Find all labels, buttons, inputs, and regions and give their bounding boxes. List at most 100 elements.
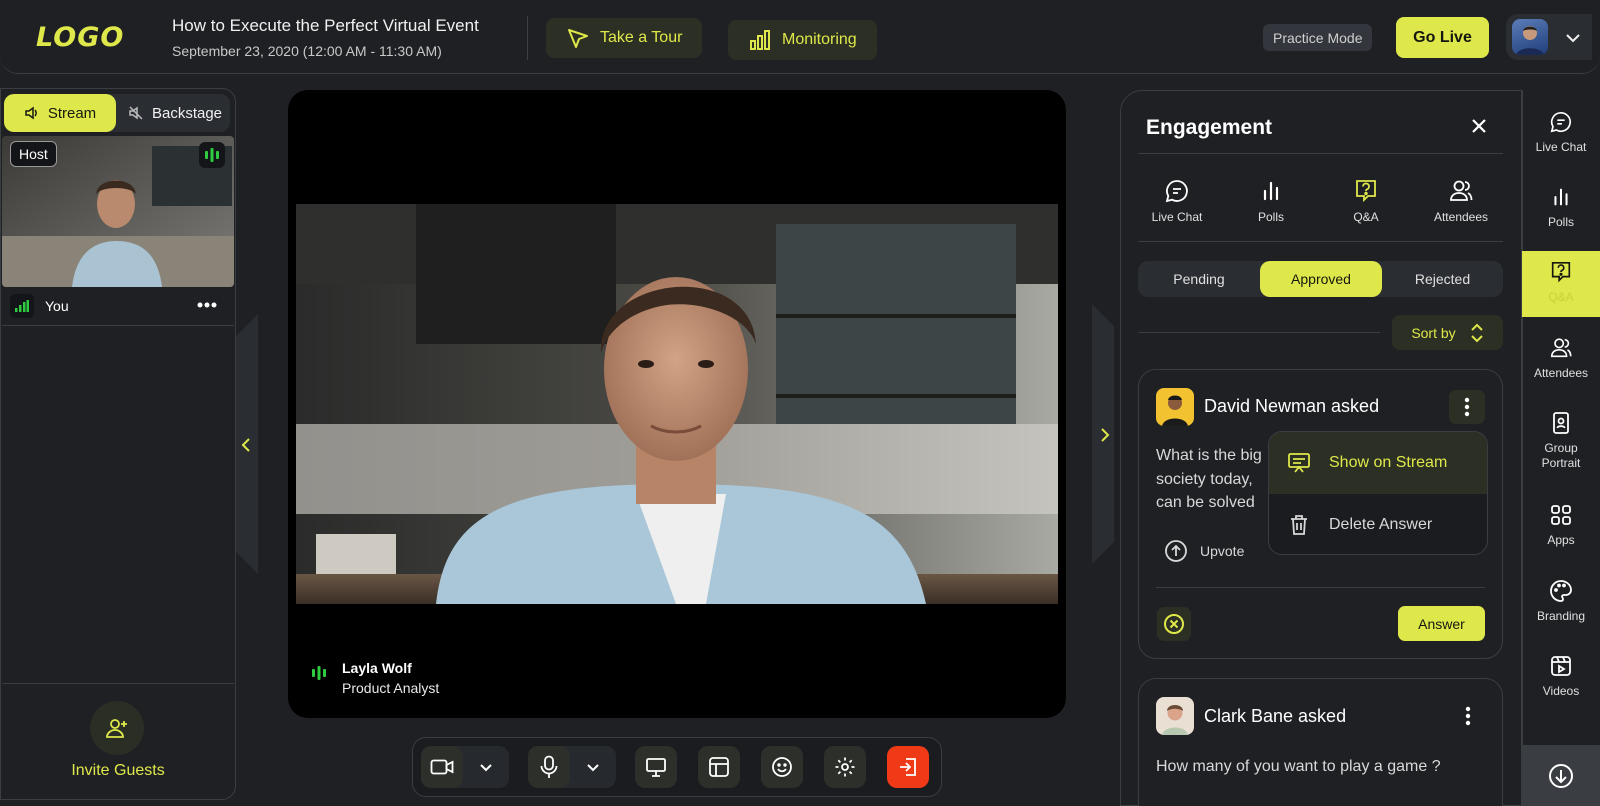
- divider: [1138, 332, 1380, 333]
- speaker-name: Layla Wolf: [342, 660, 412, 676]
- tab-qa[interactable]: Q&A: [1321, 178, 1411, 224]
- apps-grid-icon: [1549, 503, 1573, 527]
- rail-item-videos[interactable]: Videos: [1522, 654, 1600, 699]
- speaker-video[interactable]: [296, 204, 1058, 604]
- more-options-icon[interactable]: [197, 302, 217, 308]
- rail-item-label: Apps: [1547, 533, 1575, 547]
- tab-label: Polls: [1257, 210, 1284, 224]
- tab-polls[interactable]: Polls: [1226, 178, 1316, 224]
- bar-chart-icon: [1549, 185, 1573, 209]
- camera-button[interactable]: [421, 746, 463, 788]
- audio-level-icon: [199, 142, 225, 168]
- chevron-down-icon[interactable]: [1564, 29, 1582, 47]
- tab-label: Attendees: [1433, 210, 1489, 224]
- asker-avatar: [1156, 697, 1194, 735]
- rail-item-group-portrait[interactable]: Group Portrait: [1522, 411, 1600, 471]
- logo: LOGO: [36, 22, 125, 53]
- rail-item-label: Attendees: [1533, 366, 1589, 380]
- microphone-options-button[interactable]: [570, 759, 616, 775]
- panel-title: Engagement: [1146, 116, 1273, 139]
- chevron-left-icon[interactable]: [240, 437, 252, 453]
- tab-attendees[interactable]: Attendees: [1416, 178, 1506, 224]
- add-user-icon: [105, 716, 129, 740]
- divider: [1156, 587, 1485, 588]
- bar-chart-icon: [1258, 178, 1284, 204]
- divider: [1138, 241, 1503, 242]
- scroll-down-button[interactable]: [1522, 745, 1600, 806]
- kebab-menu-icon[interactable]: [1465, 706, 1471, 726]
- go-live-button[interactable]: Go Live: [1396, 17, 1489, 58]
- tab-stream-label: Stream: [47, 104, 97, 122]
- reactions-button[interactable]: [761, 746, 803, 788]
- camera-options-button[interactable]: [463, 759, 509, 775]
- invite-guests-button[interactable]: [90, 701, 144, 755]
- chevron-right-icon[interactable]: [1099, 427, 1111, 443]
- settings-button[interactable]: [824, 746, 866, 788]
- tab-stream[interactable]: Stream: [4, 94, 116, 132]
- rail-item-label: Group Portrait: [1541, 441, 1581, 470]
- header-divider: [527, 16, 528, 60]
- video-icon: [1549, 654, 1573, 678]
- chat-icon: [1164, 178, 1190, 204]
- speaker-role: Product Analyst: [342, 680, 440, 696]
- question-asker: Clark Bane asked: [1204, 706, 1347, 726]
- filter-pending[interactable]: Pending: [1138, 261, 1260, 297]
- control-bar: [412, 737, 942, 797]
- divider: [1138, 153, 1503, 154]
- invite-guests-label: Invite Guests: [71, 762, 165, 779]
- close-icon[interactable]: [1470, 117, 1488, 135]
- layout-icon: [708, 756, 730, 778]
- rail-item-polls[interactable]: Polls: [1522, 185, 1600, 230]
- question-text-line: What is the big: [1156, 447, 1262, 464]
- rail-item-label: Q&A: [1548, 290, 1574, 304]
- screen-share-button[interactable]: [635, 746, 677, 788]
- tab-backstage[interactable]: Backstage: [120, 94, 230, 132]
- filter-approved[interactable]: Approved: [1260, 261, 1382, 297]
- user-avatar[interactable]: [1512, 19, 1548, 55]
- smiley-icon: [771, 756, 793, 778]
- take-tour-label: Take a Tour: [600, 29, 683, 46]
- tab-live-chat[interactable]: Live Chat: [1132, 178, 1222, 224]
- question-options-button[interactable]: [1449, 390, 1485, 424]
- question-text: What is the big society today, can be so…: [1156, 444, 1262, 515]
- trash-icon: [1287, 513, 1311, 537]
- rail-item-qa[interactable]: Q&A: [1522, 260, 1600, 305]
- rail-item-attendees[interactable]: Attendees: [1522, 336, 1600, 381]
- practice-mode-badge[interactable]: Practice Mode: [1263, 24, 1373, 51]
- rail-item-branding[interactable]: Branding: [1522, 579, 1600, 624]
- menu-item-label: Delete Answer: [1329, 516, 1433, 533]
- delete-answer-menu-item[interactable]: Delete Answer: [1269, 494, 1487, 554]
- show-on-stream-menu-item[interactable]: Show on Stream: [1269, 432, 1487, 494]
- gear-icon: [834, 756, 856, 778]
- monitoring-label: Monitoring: [782, 31, 857, 48]
- rail-item-live-chat[interactable]: Live Chat: [1522, 110, 1600, 155]
- filter-rejected[interactable]: Rejected: [1382, 261, 1503, 297]
- microphone-button[interactable]: [528, 746, 570, 788]
- rail-item-apps[interactable]: Apps: [1522, 503, 1600, 548]
- rail-item-label: Polls: [1547, 215, 1574, 229]
- event-title: How to Execute the Perfect Virtual Event: [172, 16, 479, 35]
- leave-event-button[interactable]: [887, 746, 929, 788]
- rail-item-label: Videos: [1542, 684, 1580, 698]
- reject-question-button[interactable]: [1157, 607, 1191, 641]
- arrow-down-circle-icon: [1548, 763, 1574, 789]
- chevron-down-icon: [585, 759, 601, 775]
- question-card: [1138, 678, 1503, 806]
- take-tour-button[interactable]: Take a Tour: [546, 18, 703, 58]
- muted-speaker-icon: [128, 105, 144, 121]
- answer-button[interactable]: Answer: [1398, 606, 1485, 641]
- tab-backstage-label: Backstage: [151, 104, 223, 122]
- cursor-arrow-icon: [566, 26, 590, 50]
- self-name: You: [45, 298, 69, 314]
- upvote-button[interactable]: Upvote: [1164, 539, 1244, 563]
- question-asker: David Newman asked: [1204, 396, 1380, 416]
- question-context-menu: Show on Stream Delete Answer: [1268, 431, 1488, 555]
- kebab-menu-icon: [1464, 397, 1470, 417]
- people-icon: [1448, 178, 1474, 204]
- sort-by-button[interactable]: Sort by: [1392, 315, 1503, 350]
- tab-label: Live Chat: [1151, 210, 1203, 224]
- camera-control-group: [421, 746, 509, 788]
- monitoring-button[interactable]: Monitoring: [728, 20, 877, 60]
- layout-button[interactable]: [698, 746, 740, 788]
- host-badge: Host: [10, 141, 57, 167]
